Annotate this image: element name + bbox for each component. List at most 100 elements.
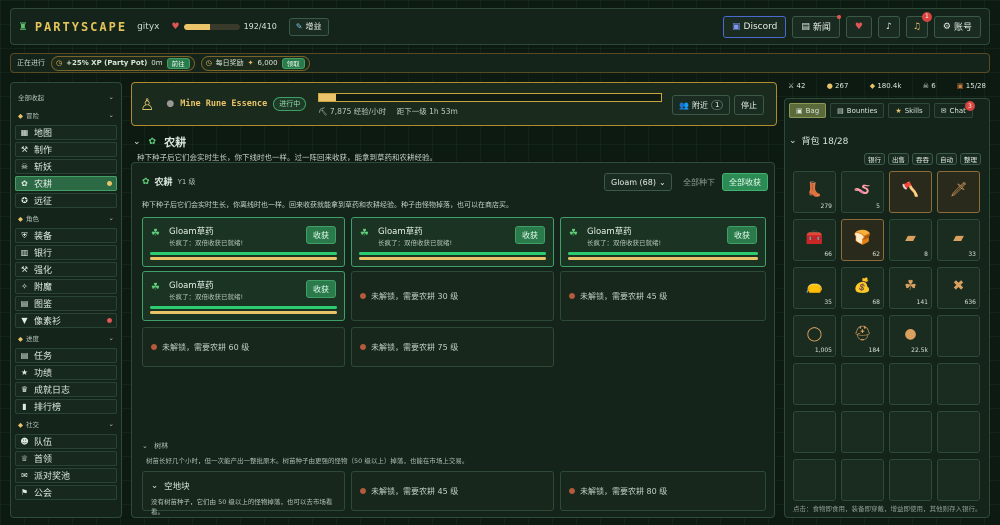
sidebar-item-bank[interactable]: ▥ 银行 [15, 245, 117, 260]
harvest-all-button[interactable]: 全部收获 [722, 173, 768, 191]
sidebar-item-label: 排行榜 [34, 403, 62, 413]
sidebar-collapse-all[interactable]: 全部收起 ⌄ [15, 89, 117, 105]
bag-action-button[interactable]: 吞吞 [912, 153, 933, 165]
inventory-slot[interactable]: ✖ 636 [937, 267, 980, 309]
boost-button[interactable]: ✎ 增益 [288, 17, 329, 36]
boot-icon: 👢 [805, 182, 824, 198]
sidebar-item-anvil[interactable]: ⚒ 强化 [15, 262, 117, 277]
empty-inventory-slot[interactable] [841, 459, 884, 501]
sidebar-item-banner[interactable]: ⚑ 公会 [15, 485, 117, 500]
chevron-down-icon: ⌄ [658, 177, 666, 187]
stat-bag: ▣ 15/28 [956, 82, 986, 90]
bank-icon: ▥ [20, 248, 29, 257]
tab-skills[interactable]: ★ Skills [888, 103, 930, 118]
empty-inventory-slot[interactable] [793, 459, 836, 501]
sidebar-item-crown[interactable]: ♕ 首领 [15, 451, 117, 466]
music-button[interactable]: ♪ [877, 15, 900, 38]
sidebar-item-compass[interactable]: ✪ 远征 [15, 193, 117, 208]
xp-go-button[interactable]: 前往 [166, 57, 190, 69]
inventory-slot[interactable]: 👝 35 [793, 267, 836, 309]
sidebar-item-hammer[interactable]: ⚒ 制作 [15, 142, 117, 157]
inventory-slot[interactable]: ⛑ 184 [841, 315, 884, 357]
stop-button[interactable]: 停止 [734, 95, 764, 115]
empty-inventory-slot[interactable] [841, 411, 884, 453]
main-content: ♙ ● Mine Rune Essence 进行中 ⛏ 7,875 经验/小时 … [131, 82, 777, 520]
inventory-slot[interactable]: ● 22.5k [889, 315, 932, 357]
daily-reward-pill: ◷ 每日奖励 ✦ 6,000 领取 [200, 55, 310, 71]
tab-chat[interactable]: ✉ Chat 3 [933, 101, 975, 118]
harvest-button[interactable]: 收获 [306, 226, 336, 244]
heart-icon: ♥ [854, 21, 863, 32]
sidebar-item-trophy[interactable]: ♛ 成就日志 [15, 382, 117, 397]
sidebar-section-header[interactable]: ◆ 角色 ⌄ [15, 210, 117, 226]
discord-button[interactable]: ▣ Discord [723, 15, 787, 38]
inventory-slot[interactable]: ☘ 141 [889, 267, 932, 309]
sidebar-item-scroll[interactable]: ▤ 任务 [15, 348, 117, 363]
daily-claim-button[interactable]: 领取 [281, 57, 305, 69]
sidebar-item-shirt[interactable]: ▼ 像素衫 [15, 313, 117, 328]
sidebar-item-chart[interactable]: ▮ 排行榜 [15, 399, 117, 414]
sidebar-item-armor[interactable]: ⛨ 装备 [15, 228, 117, 243]
app-title: PARTYSCAPE [34, 19, 128, 34]
inventory-slot[interactable]: 🪱 5 [841, 171, 884, 213]
harvest-button[interactable]: 收获 [306, 280, 336, 298]
sidebar-item-sprout[interactable]: ✿ 农耕 [15, 176, 117, 191]
sidebar-item-wand[interactable]: ✧ 附魔 [15, 279, 117, 294]
empty-inventory-slot[interactable] [937, 459, 980, 501]
empty-inventory-slot[interactable] [889, 411, 932, 453]
nearby-button[interactable]: 👥 附近 1 [672, 95, 731, 115]
inventory-slot[interactable]: 🧰 66 [793, 219, 836, 261]
notifications-button[interactable]: ♫ 1 [905, 11, 932, 38]
sidebar-item-label: 首领 [34, 455, 53, 465]
inventory-slot[interactable]: 🗡 [937, 171, 980, 213]
harvest-button[interactable]: 收获 [515, 226, 545, 244]
empty-inventory-slot[interactable] [841, 363, 884, 405]
empty-inventory-slot[interactable] [937, 315, 980, 357]
farming-panel-description: 种下种子后它们会实时生长，你离线时也一样。回来收获就能拿到草药和农耕经验。种子由… [142, 201, 513, 209]
seed-select[interactable]: Gloam (68) ⌄ [604, 173, 672, 191]
sidebar-item-star[interactable]: ★ 功绩 [15, 365, 117, 380]
inventory-slot[interactable]: 💰 68 [841, 267, 884, 309]
inventory-slot[interactable]: ◯ 1,005 [793, 315, 836, 357]
inventory-slot[interactable]: ▰ 8 [889, 219, 932, 261]
sidebar-item-gift[interactable]: ✉ 派对奖池 [15, 468, 117, 483]
chevron-down-icon[interactable]: ⌄ [133, 137, 141, 147]
herb-icon: ☘ [360, 228, 369, 239]
empty-inventory-slot[interactable] [889, 459, 932, 501]
bag-action-button[interactable]: 自动 [936, 153, 957, 165]
chevron-down-icon[interactable]: ⌄ [789, 136, 797, 146]
news-button[interactable]: ▤ 新闻 [792, 14, 841, 38]
inventory-slot[interactable]: ▰ 33 [937, 219, 980, 261]
favorite-button[interactable]: ♥ [845, 15, 872, 38]
empty-inventory-slot[interactable] [937, 411, 980, 453]
bar-icon: ▰ [905, 230, 916, 246]
tree-section-header[interactable]: ⌄ 树林 [142, 441, 168, 451]
bag-action-button[interactable]: 银行 [864, 153, 885, 165]
tab-bag[interactable]: ▣ Bag [789, 103, 827, 118]
app-logo[interactable]: ♜ PARTYSCAPE [19, 19, 127, 34]
sidebar-section-header[interactable]: ◆ 进度 ⌄ [15, 330, 117, 346]
sidebar-item-book[interactable]: ▤ 图鉴 [15, 296, 117, 311]
bag-action-button[interactable]: 整理 [960, 153, 981, 165]
empty-inventory-slot[interactable] [793, 363, 836, 405]
sidebar-item-skull[interactable]: ☠ 斩妖 [15, 159, 117, 174]
inventory-slot[interactable]: 👢 279 [793, 171, 836, 213]
sidebar-section-header[interactable]: ◆ 冒险 ⌄ [15, 107, 117, 123]
account-button[interactable]: ⚙ 账号 [933, 15, 981, 38]
news-dot [836, 14, 841, 19]
lock-icon [360, 344, 366, 350]
notification-badge: 1 [921, 11, 932, 22]
sidebar-section-header[interactable]: ◆ 社交 ⌄ [15, 416, 117, 432]
bag-action-button[interactable]: 出售 [888, 153, 909, 165]
empty-inventory-slot[interactable] [793, 411, 836, 453]
inventory-slot[interactable]: 🍞 62 [841, 219, 884, 261]
sidebar-item-users[interactable]: ☻ 队伍 [15, 434, 117, 449]
tab-bounties[interactable]: ▤ Bounties [830, 103, 885, 118]
empty-tree-plot[interactable]: ⌄ 空地块 没有树苗种子，它们由 50 级以上的怪物掉落，也可以去市场看看。 [142, 471, 345, 516]
plant-all-button[interactable]: 全部种下 [676, 173, 722, 191]
empty-inventory-slot[interactable] [889, 363, 932, 405]
empty-inventory-slot[interactable] [937, 363, 980, 405]
harvest-button[interactable]: 收获 [727, 226, 757, 244]
inventory-slot[interactable]: 🪓 [889, 171, 932, 213]
sidebar-item-map[interactable]: ▦ 地图 [15, 125, 117, 140]
